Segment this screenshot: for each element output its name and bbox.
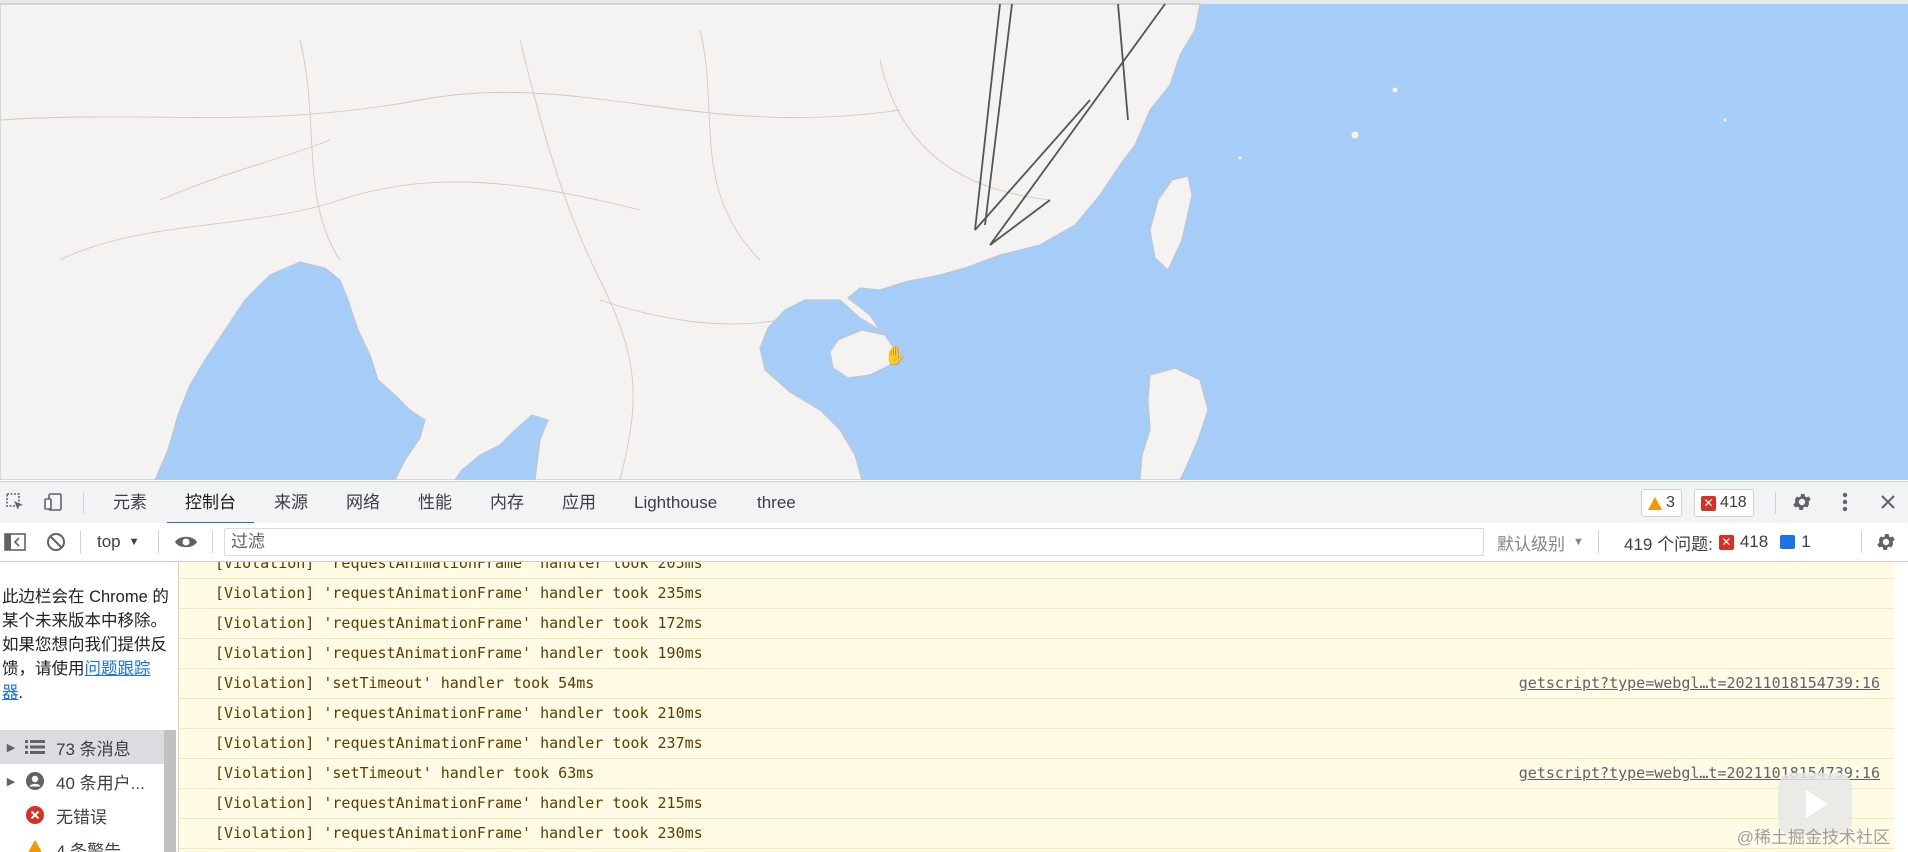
user-icon bbox=[22, 771, 48, 791]
land-islet bbox=[1350, 130, 1360, 140]
close-icon[interactable] bbox=[1877, 491, 1899, 513]
toolbar-divider bbox=[1861, 531, 1862, 553]
expand-caret-icon[interactable]: ▶ bbox=[0, 741, 22, 754]
tab-console[interactable]: 控制台 bbox=[167, 482, 254, 524]
issues-errors-count: 418 bbox=[1739, 532, 1769, 551]
error-icon: ✕ bbox=[1718, 534, 1734, 550]
issues-info-count: 1 bbox=[1801, 532, 1811, 551]
sidebar-item-warnings[interactable]: 4 条警告 bbox=[0, 832, 166, 852]
toolbar-divider bbox=[212, 531, 213, 553]
info-message-icon bbox=[1780, 535, 1796, 549]
console-message-row: [Violation] 'requestAnimationFrame' hand… bbox=[179, 789, 1908, 819]
console-message-row: [Violation] 'requestAnimationFrame' hand… bbox=[179, 562, 1908, 579]
console-scrollbar[interactable] bbox=[1894, 562, 1908, 852]
issues-label: 419 个问题: bbox=[1624, 534, 1713, 554]
dropdown-caret-icon: ▼ bbox=[1573, 536, 1584, 548]
issues-counter[interactable]: 419 个问题: ✕ 418 1 bbox=[1624, 523, 1811, 561]
warnings-count: 3 bbox=[1666, 494, 1675, 511]
tab-performance[interactable]: 性能 bbox=[416, 482, 454, 523]
filter-input[interactable] bbox=[224, 528, 1484, 556]
console-message-row: [Violation] 'requestAnimationFrame' hand… bbox=[179, 579, 1908, 609]
console-message-row: [Violation] 'setTimeout' handler took 54… bbox=[179, 669, 1908, 699]
warnings-badge[interactable]: 3 bbox=[1641, 489, 1682, 517]
tab-three[interactable]: three bbox=[755, 482, 798, 523]
sidebar-item-label: 73 条消息 bbox=[56, 739, 131, 759]
settings-gear-icon[interactable] bbox=[1791, 491, 1813, 513]
land-luzon bbox=[1139, 367, 1209, 480]
console-message-text: [Violation] 'setTimeout' handler took 54… bbox=[215, 674, 595, 692]
console-message-text: [Violation] 'requestAnimationFrame' hand… bbox=[215, 734, 703, 752]
land-taiwan bbox=[1149, 175, 1193, 271]
land-mainland bbox=[0, 3, 1201, 480]
log-level-label: 默认级别 bbox=[1497, 534, 1565, 554]
land-islet bbox=[1237, 155, 1243, 161]
dropdown-caret-icon: ▼ bbox=[128, 536, 140, 548]
clear-console-icon[interactable] bbox=[46, 523, 66, 561]
toolbar-divider bbox=[1775, 492, 1776, 514]
land-islet bbox=[1722, 117, 1728, 123]
message-source-link[interactable]: getscript?type=webgl…t=20211018154739:16 bbox=[1519, 674, 1880, 692]
sidebar-deprecation-note: 此边栏会在 Chrome 的某个未来版本中移除。如果您想向我们提供反馈，请使用问… bbox=[2, 585, 170, 705]
console-message-text: [Violation] 'setTimeout' handler took 63… bbox=[215, 764, 595, 782]
sidebar-note-end: . bbox=[18, 684, 24, 702]
sidebar-item-label: 40 条用户... bbox=[56, 773, 145, 793]
more-vert-icon[interactable] bbox=[1834, 491, 1856, 513]
hand-cursor-icon: ✋ bbox=[884, 345, 906, 367]
console-message-row: [Violation] 'requestAnimationFrame' hand… bbox=[179, 729, 1908, 759]
tab-sources[interactable]: 来源 bbox=[272, 482, 310, 523]
sidebar-item-messages[interactable]: ▶ 73 条消息 bbox=[0, 730, 166, 764]
console-message-row: [Violation] 'requestAnimationFrame' hand… bbox=[179, 699, 1908, 729]
sidebar-scrollbar[interactable] bbox=[164, 730, 176, 852]
error-icon bbox=[22, 805, 48, 825]
sidebar-item-errors[interactable]: 无错误 bbox=[0, 798, 166, 832]
toolbar-divider bbox=[1598, 531, 1599, 553]
console-message-row: [Violation] 'setTimeout' handler took 63… bbox=[179, 759, 1908, 789]
map-drawing: ✋ bbox=[0, 3, 1728, 480]
console-message-text: [Violation] 'requestAnimationFrame' hand… bbox=[215, 584, 703, 602]
tab-network[interactable]: 网络 bbox=[344, 482, 382, 523]
console-settings-gear-icon[interactable] bbox=[1875, 523, 1897, 561]
toolbar-divider bbox=[80, 531, 81, 553]
toolbar-divider bbox=[83, 492, 84, 514]
expand-caret-icon[interactable]: ▶ bbox=[0, 775, 22, 788]
log-level-select[interactable]: 默认级别 ▼ bbox=[1497, 523, 1584, 561]
errors-badge[interactable]: ✕ 418 bbox=[1694, 489, 1754, 517]
console-message-row: [Violation] 'requestAnimationFrame' hand… bbox=[179, 639, 1908, 669]
watermark: @稀土掘金技术社区 bbox=[1736, 828, 1890, 847]
context-label: top bbox=[97, 532, 121, 551]
console-message-row: [Violation] 'requestAnimationFrame' hand… bbox=[179, 609, 1908, 639]
list-icon bbox=[22, 737, 48, 757]
console-message-text: [Violation] 'requestAnimationFrame' hand… bbox=[215, 794, 703, 812]
sidebar-toggle-icon[interactable] bbox=[4, 523, 26, 561]
console-toolbar: top ▼ 默认级别 ▼ 419 个问题: ✕ 418 1 bbox=[0, 523, 1908, 562]
live-expression-eye-icon[interactable] bbox=[174, 523, 198, 561]
device-toolbar-icon[interactable] bbox=[42, 491, 64, 513]
console-message-text: [Violation] 'requestAnimationFrame' hand… bbox=[215, 562, 703, 572]
warning-icon bbox=[1648, 496, 1662, 510]
console-message-text: [Violation] 'requestAnimationFrame' hand… bbox=[215, 704, 703, 722]
tab-memory[interactable]: 内存 bbox=[488, 482, 526, 523]
console-message-text: [Violation] 'requestAnimationFrame' hand… bbox=[215, 824, 703, 842]
warning-icon bbox=[22, 839, 48, 852]
console-message-text: [Violation] 'requestAnimationFrame' hand… bbox=[215, 614, 703, 632]
sidebar-item-label: 无错误 bbox=[56, 807, 107, 827]
console-message-row: [Violation] 'requestAnimationFrame' hand… bbox=[179, 819, 1908, 849]
toolbar-divider bbox=[158, 531, 159, 553]
console-message-text: [Violation] 'requestAnimationFrame' hand… bbox=[215, 644, 703, 662]
devtools-tab-bar: 元素 控制台 来源 网络 性能 内存 应用 Lighthouse three 3… bbox=[0, 481, 1908, 524]
console-messages: [Violation] 'requestAnimationFrame' hand… bbox=[179, 562, 1908, 852]
map-canvas[interactable]: ✋ bbox=[0, 0, 1908, 480]
sidebar-item-label: 4 条警告 bbox=[56, 841, 122, 852]
sidebar-item-user-messages[interactable]: ▶ 40 条用户... bbox=[0, 764, 166, 798]
tab-elements[interactable]: 元素 bbox=[111, 482, 149, 523]
tab-application[interactable]: 应用 bbox=[560, 482, 598, 523]
tab-lighthouse[interactable]: Lighthouse bbox=[632, 482, 719, 523]
context-selector[interactable]: top ▼ bbox=[97, 523, 140, 561]
inspect-icon[interactable] bbox=[4, 491, 26, 513]
errors-count: 418 bbox=[1720, 494, 1747, 511]
console-sidebar: 此边栏会在 Chrome 的某个未来版本中移除。如果您想向我们提供反馈，请使用问… bbox=[0, 562, 179, 852]
error-icon: ✕ bbox=[1701, 495, 1716, 511]
land-islet bbox=[1391, 86, 1399, 94]
